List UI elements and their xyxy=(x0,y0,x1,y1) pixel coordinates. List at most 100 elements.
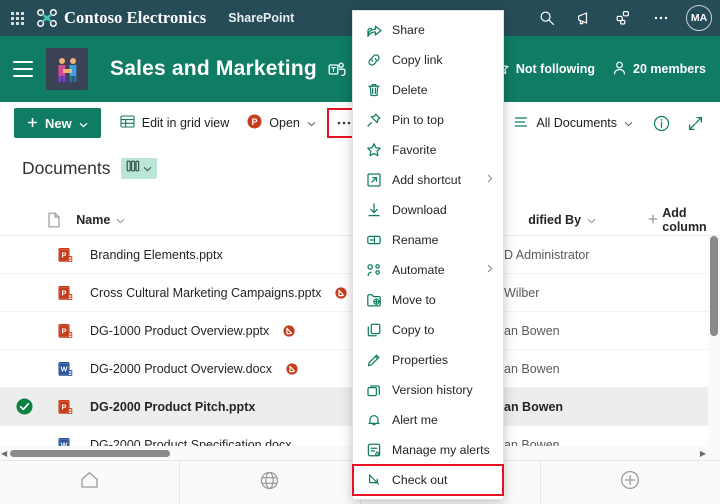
new-button[interactable]: New xyxy=(14,108,101,138)
open-button[interactable]: P Open xyxy=(238,108,325,138)
scroll-right-caret-icon[interactable]: ▶ xyxy=(700,449,706,458)
globe-icon xyxy=(260,471,279,495)
search-icon[interactable] xyxy=(528,0,566,36)
menu-item-copy-link[interactable]: Copy link xyxy=(353,45,503,75)
site-header-actions: Not following 20 members xyxy=(495,61,720,78)
copy-to-icon xyxy=(365,322,382,338)
open-button-label: Open xyxy=(269,116,300,130)
nav-globe-button[interactable] xyxy=(179,461,359,504)
avatar-initials: MA xyxy=(690,12,708,24)
menu-item-label: Delete xyxy=(392,83,428,97)
modified-by-cell: Wilber xyxy=(504,285,540,300)
bell-icon xyxy=(365,412,382,428)
menu-item-label: Version history xyxy=(392,383,473,397)
add-column-button[interactable]: Add column xyxy=(648,206,720,234)
edit-in-grid-view-button[interactable]: Edit in grid view xyxy=(111,108,239,138)
menu-item-label: Alert me xyxy=(392,413,438,427)
modified-by-cell: D Administrator xyxy=(504,247,590,262)
file-name: Branding Elements.pptx xyxy=(90,247,223,262)
word-file-icon: W xyxy=(48,361,82,377)
menu-item-copy-to[interactable]: Copy to xyxy=(353,315,503,345)
manage-alerts-icon xyxy=(365,442,382,458)
vertical-scrollbar-thumb[interactable] xyxy=(710,236,718,336)
scroll-left-caret-icon[interactable]: ◀ xyxy=(1,449,7,458)
file-name-cell[interactable]: Cross Cultural Marketing Campaigns.pptx xyxy=(82,286,392,300)
nav-create-button[interactable] xyxy=(539,461,720,504)
menu-item-alert-me[interactable]: Alert me xyxy=(353,405,503,435)
teams-icon[interactable] xyxy=(328,61,346,78)
suite-app-name-text: SharePoint xyxy=(228,11,295,25)
command-bar-right: All Documents xyxy=(505,108,720,138)
library-title: Documents xyxy=(22,157,111,178)
column-header-name[interactable]: Name xyxy=(68,213,378,227)
follow-button[interactable]: Not following xyxy=(495,61,595,78)
menu-item-manage-my-alerts[interactable]: Manage my alerts xyxy=(353,435,503,465)
sharepoint-document-library-page: Contoso Electronics SharePoint MA Sales … xyxy=(0,0,720,504)
menu-item-delete[interactable]: Delete xyxy=(353,75,503,105)
powerpoint-file-icon: P xyxy=(48,285,82,301)
brand-name: Contoso Electronics xyxy=(64,8,207,27)
menu-item-favorite[interactable]: Favorite xyxy=(353,135,503,165)
info-icon[interactable] xyxy=(646,108,676,138)
file-name-cell[interactable]: DG-2000 Product Pitch.pptx xyxy=(82,400,392,414)
grid-icon xyxy=(120,114,135,132)
suite-app-name[interactable]: SharePoint xyxy=(228,11,294,25)
follow-label: Not following xyxy=(515,62,596,76)
column-header-name-label: Name xyxy=(76,212,111,227)
members-button[interactable]: 20 members xyxy=(613,61,706,78)
horizontal-scrollbar-thumb[interactable] xyxy=(10,450,170,457)
menu-item-rename[interactable]: Rename xyxy=(353,225,503,255)
modified-by-cell: an Bowen xyxy=(504,399,564,414)
menu-item-label: Download xyxy=(392,203,447,217)
library-view-badge[interactable] xyxy=(120,157,157,179)
menu-item-label: Rename xyxy=(392,233,439,247)
automate-icon xyxy=(365,262,382,278)
menu-item-label: Automate xyxy=(392,263,445,277)
expand-icon[interactable] xyxy=(680,108,710,138)
view-selector[interactable]: All Documents xyxy=(505,108,642,138)
menu-item-pin-to-top[interactable]: Pin to top xyxy=(353,105,503,135)
modified-by-cell: an Bowen xyxy=(504,361,560,376)
contoso-logo-icon xyxy=(36,8,58,28)
column-header-modified-by[interactable]: dified By xyxy=(528,213,648,227)
view-selector-label: All Documents xyxy=(536,116,617,130)
svg-text:P: P xyxy=(61,402,66,411)
file-name-cell[interactable]: DG-2000 Product Overview.docx xyxy=(82,362,392,376)
powerpoint-icon: P xyxy=(247,114,262,132)
app-launcher-icon[interactable] xyxy=(0,11,34,25)
page-title: Sales and Marketing xyxy=(110,57,317,80)
menu-item-label: Favorite xyxy=(392,143,437,157)
menu-item-download[interactable]: Download xyxy=(353,195,503,225)
menu-item-share[interactable]: Share xyxy=(353,15,503,45)
powerpoint-file-icon: P xyxy=(48,399,82,415)
menu-item-automate[interactable]: Automate xyxy=(353,255,503,285)
file-name-cell[interactable]: Branding Elements.pptx xyxy=(82,248,392,262)
menu-item-move-to[interactable]: Move to xyxy=(353,285,503,315)
list-icon xyxy=(514,115,529,132)
menu-item-properties[interactable]: Properties xyxy=(353,345,503,375)
menu-item-version-history[interactable]: Version history xyxy=(353,375,503,405)
menu-item-check-out[interactable]: Check out xyxy=(352,464,504,496)
file-name: Cross Cultural Marketing Campaigns.pptx xyxy=(90,285,322,300)
chevron-down-icon xyxy=(624,116,633,130)
star-icon xyxy=(365,142,382,158)
hamburger-icon[interactable] xyxy=(0,61,46,77)
avatar[interactable]: MA xyxy=(686,5,712,31)
menu-item-add-shortcut[interactable]: Add shortcut xyxy=(353,165,503,195)
menu-item-label: Properties xyxy=(392,353,449,367)
chevron-down-icon xyxy=(79,116,88,131)
row-selected-check-icon[interactable] xyxy=(0,398,48,415)
vertical-scrollbar[interactable]: ▼ xyxy=(708,236,720,464)
nav-home-button[interactable] xyxy=(0,461,179,504)
menu-item-label: Share xyxy=(392,23,425,37)
file-type-icon[interactable] xyxy=(40,212,68,228)
apps-icon[interactable] xyxy=(604,0,642,36)
site-logo xyxy=(46,48,88,90)
ellipsis-icon[interactable] xyxy=(642,0,680,36)
megaphone-icon[interactable] xyxy=(566,0,604,36)
file-name-cell[interactable]: DG-1000 Product Overview.pptx xyxy=(82,324,392,338)
plus-icon xyxy=(648,213,658,227)
svg-text:P: P xyxy=(252,117,258,127)
svg-text:P: P xyxy=(61,288,66,297)
menu-item-label: Add shortcut xyxy=(392,173,462,187)
